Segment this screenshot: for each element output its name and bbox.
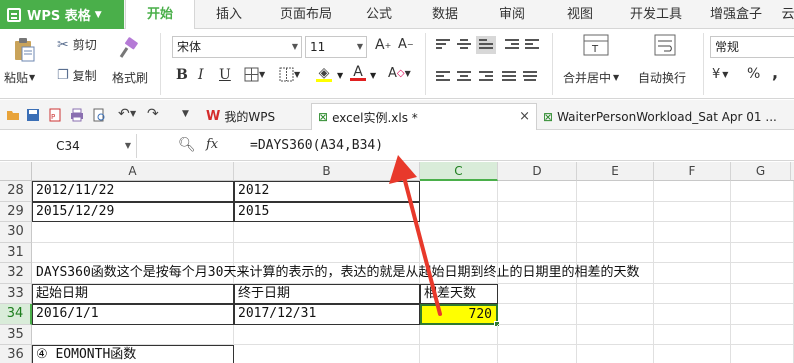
annotation-arrow <box>389 155 442 316</box>
